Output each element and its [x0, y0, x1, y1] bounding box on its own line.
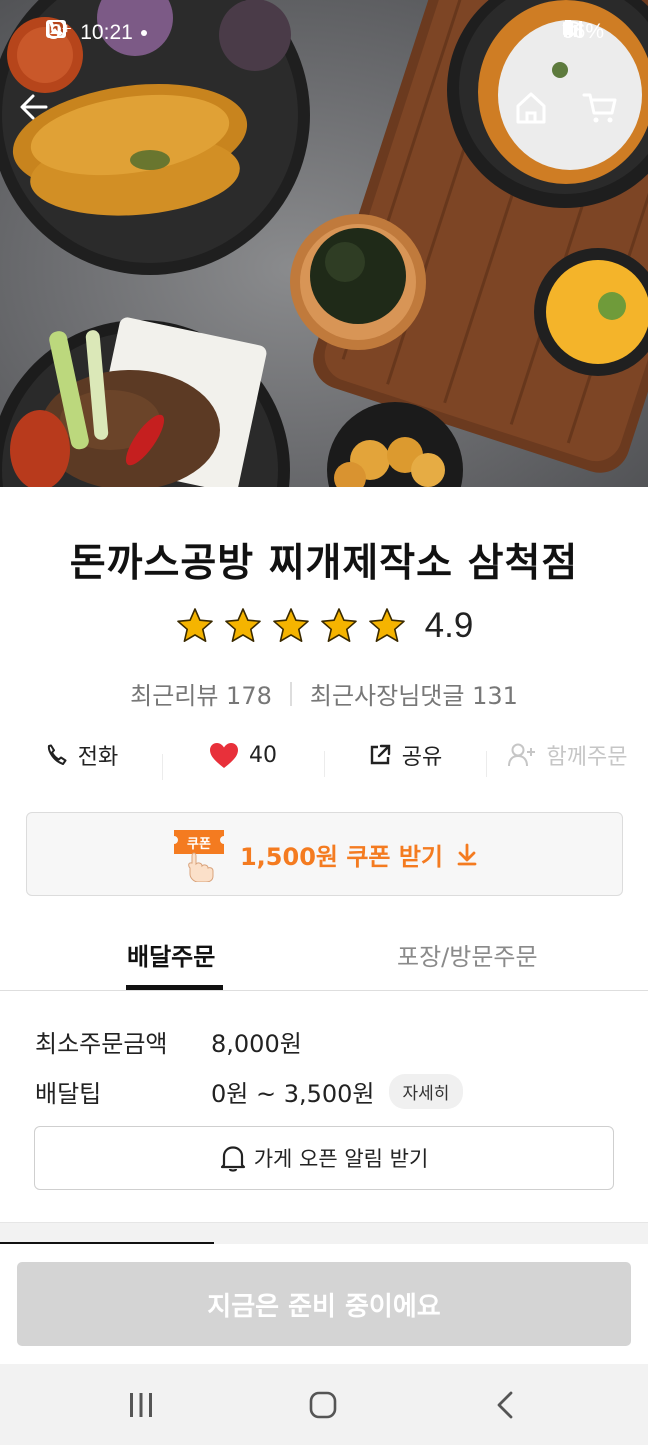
arrow-left-icon: [20, 94, 48, 120]
home-button[interactable]: [514, 91, 562, 139]
delivery-tip-row: 배달팁 0원 ~ 3,500원 자세히: [35, 1074, 464, 1109]
back-button[interactable]: [18, 91, 66, 139]
instagram-icon: [47, 20, 65, 38]
min-order-row: 최소주문금액 8,000원: [35, 1024, 302, 1059]
share-label: 공유: [401, 745, 443, 770]
notification-dot-icon: [140, 29, 147, 36]
share-button[interactable]: 공유: [324, 739, 486, 777]
home-square-icon: [309, 1391, 337, 1419]
system-navigation-bar: [0, 1364, 648, 1445]
phone-icon: [47, 744, 67, 765]
share-icon: [370, 744, 390, 765]
store-actions: 전화 40 공유 함께주문: [0, 730, 648, 780]
person-add-icon: [507, 743, 535, 767]
delivery-tip-value: 0원 ~ 3,500원: [211, 1080, 375, 1108]
food-photo: [0, 0, 648, 487]
star-icon: [320, 608, 357, 642]
coupon-download-button[interactable]: 쿠폰 1,500원 쿠폰 받기: [26, 812, 623, 896]
call-label: 전화: [77, 745, 119, 770]
group-order-label: 함께주문: [546, 745, 628, 770]
tip-detail-button[interactable]: 자세히: [388, 1074, 464, 1109]
home-icon: [516, 92, 546, 124]
min-order-value: 8,000원: [211, 1030, 302, 1058]
back-nav-button[interactable]: [475, 1380, 535, 1430]
coupon-label: 1,500원 쿠폰 받기: [239, 842, 444, 871]
star-icon: [368, 608, 405, 642]
bell-icon: [220, 1146, 245, 1172]
coupon-hand-icon: 쿠폰: [173, 830, 224, 882]
clock: 10:21: [80, 20, 133, 44]
recent-apps-button[interactable]: [111, 1380, 171, 1430]
owner-replies-link[interactable]: 최근사장님댓글 131: [310, 676, 518, 711]
tab-pickup[interactable]: 포장/방문주문: [397, 937, 538, 972]
cart-icon: [582, 93, 617, 123]
store-hero-image: U⁺ 10:21 66%: [0, 0, 648, 487]
coupon-badge-label: 쿠폰: [187, 837, 211, 852]
rating-value: 4.9: [424, 606, 474, 645]
group-order-button[interactable]: 함께주문: [486, 739, 648, 777]
order-type-tabs: 배달주문 포장/방문주문: [0, 925, 648, 991]
cart-button[interactable]: [582, 91, 630, 139]
download-arrow-icon: [457, 843, 477, 866]
status-bar: U⁺ 10:21 66%: [0, 0, 648, 64]
recent-reviews-link[interactable]: 최근리뷰 178: [130, 676, 272, 711]
rating-row: 4.9: [0, 606, 648, 646]
active-tab-indicator: [126, 985, 223, 990]
star-icon: [272, 608, 309, 642]
like-button[interactable]: 40: [162, 742, 324, 780]
scroll-indicator: [0, 1242, 214, 1244]
delivery-tip-label: 배달팁: [35, 1080, 102, 1108]
battery-icon: [562, 20, 573, 35]
star-icon: [176, 608, 213, 642]
star-rating: [175, 606, 407, 646]
star-icon: [224, 608, 261, 642]
store-name: 돈까스공방 찌개제작소 삼척점: [69, 541, 579, 586]
min-order-label: 최소주문금액: [35, 1030, 168, 1058]
open-notification-label: 가게 오픈 알림 받기: [253, 1147, 429, 1171]
divider: [289, 681, 292, 706]
home-nav-button[interactable]: [293, 1380, 353, 1430]
recent-apps-icon: [130, 1393, 152, 1417]
tab-delivery[interactable]: 배달주문: [127, 937, 215, 972]
order-button-disabled[interactable]: 지금은 준비 중이에요: [17, 1262, 631, 1346]
like-count: 40: [249, 742, 277, 768]
section-divider: [0, 1222, 648, 1244]
review-summary: 최근리뷰 178 최근사장님댓글 131: [0, 676, 648, 711]
call-button[interactable]: 전화: [0, 739, 162, 771]
heart-icon: [210, 742, 238, 768]
open-notification-button[interactable]: 가게 오픈 알림 받기: [34, 1126, 614, 1190]
chevron-left-icon: [497, 1391, 513, 1419]
